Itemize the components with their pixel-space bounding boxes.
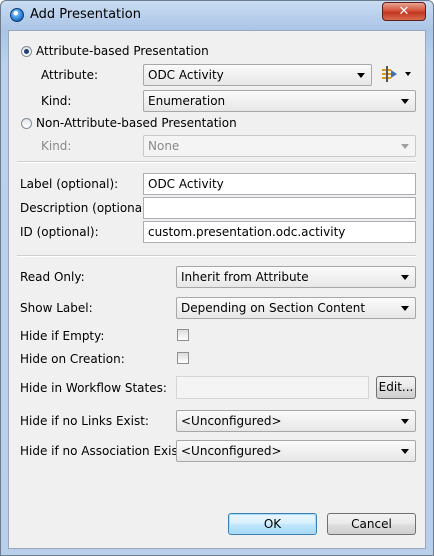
hide-creation-label: Hide on Creation: <box>20 352 125 366</box>
kind-combo-value: Enumeration <box>148 94 226 108</box>
hide-workflow-field <box>176 376 369 399</box>
read-only-label: Read Only: <box>20 270 85 284</box>
read-only-combo[interactable]: Inherit from Attribute <box>176 266 416 288</box>
chevron-down-icon <box>401 306 409 311</box>
id-field[interactable]: custom.presentation.odc.activity <box>143 221 416 243</box>
hide-no-links-label: Hide if no Links Exist: <box>20 414 149 428</box>
id-field-label: ID (optional): <box>20 225 99 239</box>
kind-label: Kind: <box>41 94 72 108</box>
id-field-value: custom.presentation.odc.activity <box>148 225 346 239</box>
hide-no-links-combo-value: <Unconfigured> <box>181 414 282 428</box>
show-label-label: Show Label: <box>20 301 93 315</box>
hide-no-assoc-combo[interactable]: <Unconfigured> <box>176 440 416 462</box>
attribute-based-radio[interactable] <box>21 46 32 57</box>
hide-no-assoc-label: Hide if no Association Exists: <box>20 444 193 458</box>
label-field[interactable]: ODC Activity <box>143 173 416 195</box>
hide-no-assoc-combo-value: <Unconfigured> <box>181 444 282 458</box>
attribute-combo-value: ODC Activity <box>148 68 224 82</box>
window-title: Add Presentation <box>30 7 141 22</box>
label-field-label: Label (optional): <box>20 177 119 191</box>
separator <box>17 161 416 163</box>
chevron-down-icon <box>401 144 409 149</box>
description-field[interactable] <box>143 197 416 219</box>
add-presentation-dialog: Add Presentation ✕ Attribute-based Prese… <box>0 0 434 556</box>
app-globe-icon <box>10 8 24 22</box>
show-label-combo[interactable]: Depending on Section Content <box>176 297 416 319</box>
cancel-button[interactable]: Cancel <box>327 513 416 535</box>
chevron-down-icon <box>401 99 409 104</box>
attribute-label: Attribute: <box>41 68 99 82</box>
chevron-down-icon <box>401 419 409 424</box>
ok-button[interactable]: OK <box>228 513 317 535</box>
attribute-based-label[interactable]: Attribute-based Presentation <box>36 44 209 58</box>
description-field-label: Description (optional): <box>20 201 155 215</box>
edit-workflow-states-button[interactable]: Edit... <box>376 376 416 399</box>
label-field-value: ODC Activity <box>148 177 224 191</box>
non-attribute-based-label[interactable]: Non-Attribute-based Presentation <box>36 116 237 130</box>
attribute-chooser-icon[interactable] <box>381 65 399 83</box>
hide-empty-checkbox[interactable] <box>177 329 189 341</box>
read-only-combo-value: Inherit from Attribute <box>181 270 309 284</box>
separator <box>17 255 416 257</box>
chevron-down-icon <box>357 73 365 78</box>
show-label-combo-value: Depending on Section Content <box>181 301 366 315</box>
chevron-down-icon <box>401 449 409 454</box>
kind-combo[interactable]: Enumeration <box>143 90 416 112</box>
close-button[interactable]: ✕ <box>382 2 426 21</box>
chooser-dropdown-icon[interactable] <box>405 72 411 76</box>
chevron-down-icon <box>401 275 409 280</box>
title-bar[interactable]: Add Presentation ✕ <box>1 1 433 29</box>
hide-empty-label: Hide if Empty: <box>20 329 105 343</box>
attribute-combo[interactable]: ODC Activity <box>143 64 372 86</box>
non-kind-label: Kind: <box>41 139 72 153</box>
hide-creation-checkbox[interactable] <box>177 352 189 364</box>
hide-no-links-combo[interactable]: <Unconfigured> <box>176 410 416 432</box>
dialog-content: Attribute-based Presentation Attribute: … <box>8 30 426 549</box>
non-kind-combo-value: None <box>148 139 180 153</box>
non-kind-combo: None <box>143 135 416 157</box>
non-attribute-based-radio[interactable] <box>21 118 32 129</box>
hide-workflow-label: Hide in Workflow States: <box>20 381 167 395</box>
